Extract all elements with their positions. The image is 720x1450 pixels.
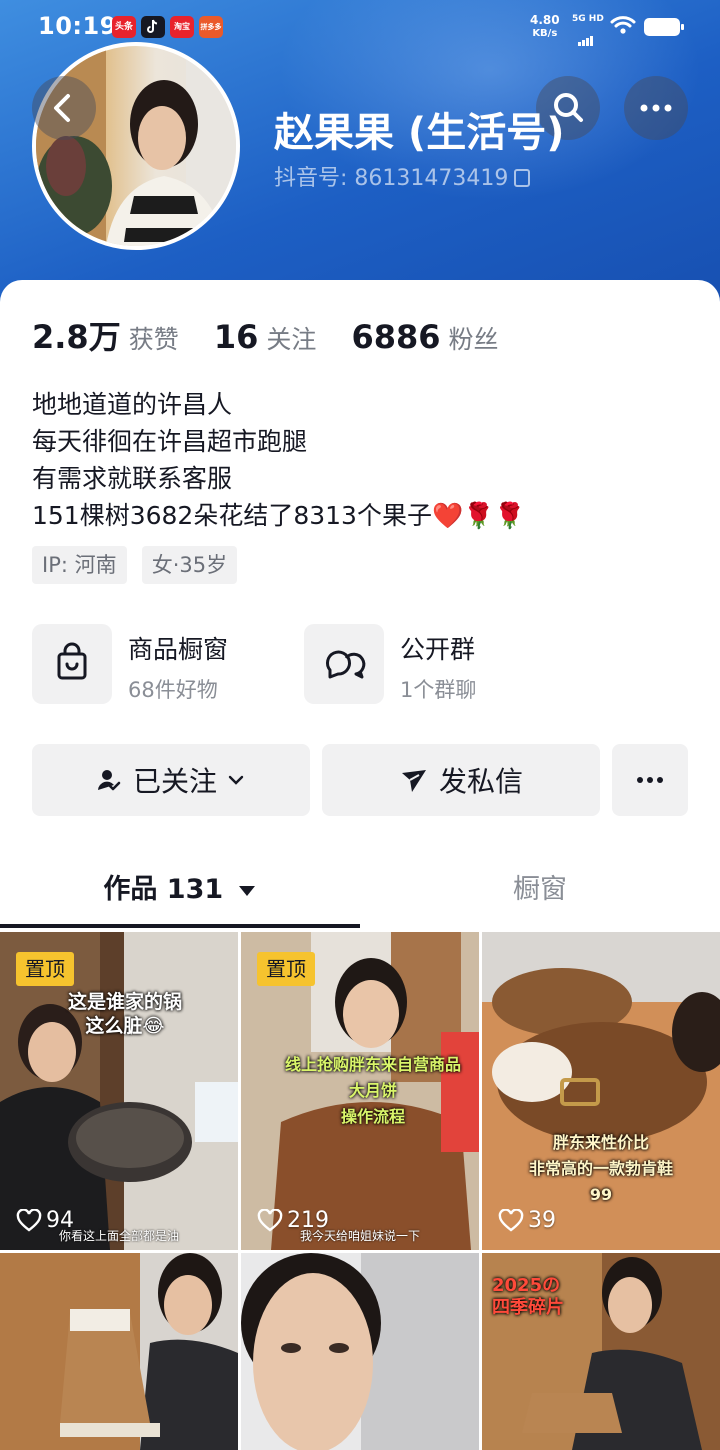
tab-showcase-label: 橱窗 [513, 874, 567, 905]
video-thumbnail[interactable]: 2025の 四季碎片 [482, 1253, 720, 1450]
followers-stat[interactable]: 6886 粉丝 [351, 318, 498, 356]
bio-line: 地地道道的许昌人 [32, 390, 233, 419]
net-speed-value: 4.80 [530, 13, 560, 27]
signal-icon [578, 27, 594, 46]
chevron-left-icon [54, 94, 70, 122]
bio-line: 有需求就联系客服 [32, 464, 233, 493]
video-subtitle: 你看这上面全部都是油 [58, 1229, 179, 1243]
caret-down-icon [238, 886, 255, 896]
heart-icon [498, 1208, 524, 1232]
video-thumbnail[interactable]: 置顶 这是谁家的锅 这么脏😂 94 你看这上面全部都是油 [0, 932, 238, 1250]
public-group-entry[interactable]: 公开群 1个群聊 [304, 624, 554, 706]
net-speed: 4.80 KB/s [530, 14, 560, 40]
ip-location-tag: IP: 河南 [32, 546, 127, 584]
likes-stat[interactable]: 2.8万 获赞 [32, 312, 179, 358]
group-chat-icon [304, 624, 384, 704]
following-button-label: 已关注 [132, 765, 217, 798]
send-message-label: 发私信 [438, 765, 523, 798]
video-thumbnail-image [0, 1253, 238, 1450]
send-message-button[interactable]: 发私信 [322, 744, 600, 816]
status-time: 10:19 [38, 12, 117, 40]
profile-bio: 地地道道的许昌人 每天徘徊在许昌超市跑腿 有需求就联系客服 151棵树3682朵… [32, 386, 525, 534]
likes-count: 2.8万 [32, 318, 121, 356]
more-options-button[interactable] [624, 76, 688, 140]
profile-stats: 2.8万 获赞 16 关注 6886 粉丝 [32, 312, 529, 362]
chevron-down-icon [228, 775, 244, 785]
wifi-icon [610, 16, 636, 34]
content-tabs: 作品 131 橱窗 [0, 860, 720, 928]
following-label: 关注 [266, 325, 317, 354]
douyin-app-icon [141, 16, 165, 38]
copy-icon[interactable] [514, 169, 531, 187]
battery-icon [644, 18, 684, 36]
net-speed-unit: KB/s [532, 28, 558, 39]
video-thumbnail[interactable] [241, 1253, 479, 1450]
profile-name: 赵果果 (生活号) [274, 110, 565, 156]
pinned-badge: 置顶 [257, 952, 315, 986]
like-count: 39 [498, 1208, 556, 1233]
video-thumbnail-image [241, 1253, 479, 1450]
pinned-badge: 置顶 [16, 952, 74, 986]
video-subtitle: 我今天给咱姐妹说一下 [299, 1229, 420, 1243]
following-button[interactable]: 已关注 [32, 744, 310, 816]
video-caption: 线上抢购胖东来自营商品 大月饼 操作流程 [284, 1055, 461, 1126]
product-showcase-entry[interactable]: 商品橱窗 68件好物 [32, 624, 282, 706]
tab-works-label: 作品 131 [103, 874, 224, 905]
followers-label: 粉丝 [448, 325, 499, 354]
gender-age-tag: 女·35岁 [141, 546, 238, 584]
toutiao-app-icon: 头条 [112, 16, 136, 38]
network-type: 5G HD [572, 14, 604, 24]
followers-count: 6886 [351, 318, 441, 356]
showcase-title: 商品橱窗 [128, 635, 229, 664]
video-thumbnail[interactable]: 置顶 线上抢购胖东来自营商品 大月饼 操作流程 219 我今天给咱姐妹说一下 [241, 932, 479, 1250]
more-dots-icon [637, 777, 663, 783]
user-check-icon [97, 770, 121, 791]
like-count-value: 39 [528, 1208, 556, 1233]
tab-showcase[interactable]: 橱窗 [360, 860, 720, 924]
douyin-id[interactable]: 抖音号: 86131473419 [274, 160, 531, 192]
back-button[interactable] [32, 76, 96, 140]
showcase-count: 68件好物 [128, 678, 218, 702]
video-caption: 胖东来性价比 非常高的一款勃肯鞋 99 [528, 1133, 673, 1204]
shopping-bag-icon [32, 624, 112, 704]
avatar[interactable] [32, 42, 240, 250]
video-caption: 这是谁家的锅 这么脏😂 [67, 991, 182, 1037]
profile-tags: IP: 河南 女·35岁 [32, 546, 247, 584]
pinduoduo-app-icon: 拼多多 [199, 16, 223, 38]
tab-works[interactable]: 作品 131 [0, 860, 360, 924]
likes-label: 获赞 [128, 325, 179, 354]
active-tab-indicator [0, 924, 360, 928]
group-count: 1个群聊 [400, 678, 477, 702]
more-actions-button[interactable] [612, 744, 688, 816]
taobao-app-icon: 淘宝 [170, 16, 194, 38]
video-grid: 置顶 这是谁家的锅 这么脏😂 94 你看这上面全部都是油 置顶 线上抢购胖东来自… [0, 932, 720, 1450]
douyin-id-text: 抖音号: 86131473419 [274, 166, 509, 191]
video-thumbnail[interactable] [0, 1253, 238, 1450]
group-title: 公开群 [400, 635, 476, 664]
following-count: 16 [213, 318, 259, 356]
bio-line: 每天徘徊在许昌超市跑腿 [32, 427, 308, 456]
following-stat[interactable]: 16 关注 [214, 318, 317, 356]
more-dots-icon [640, 104, 672, 112]
video-caption: 2025の 四季碎片 [492, 1275, 564, 1318]
send-icon [401, 770, 426, 792]
video-thumbnail[interactable]: 胖东来性价比 非常高的一款勃肯鞋 99 39 [482, 932, 720, 1250]
bio-line: 151棵树3682朵花结了8313个果子❤️🌹🌹 [32, 501, 526, 530]
